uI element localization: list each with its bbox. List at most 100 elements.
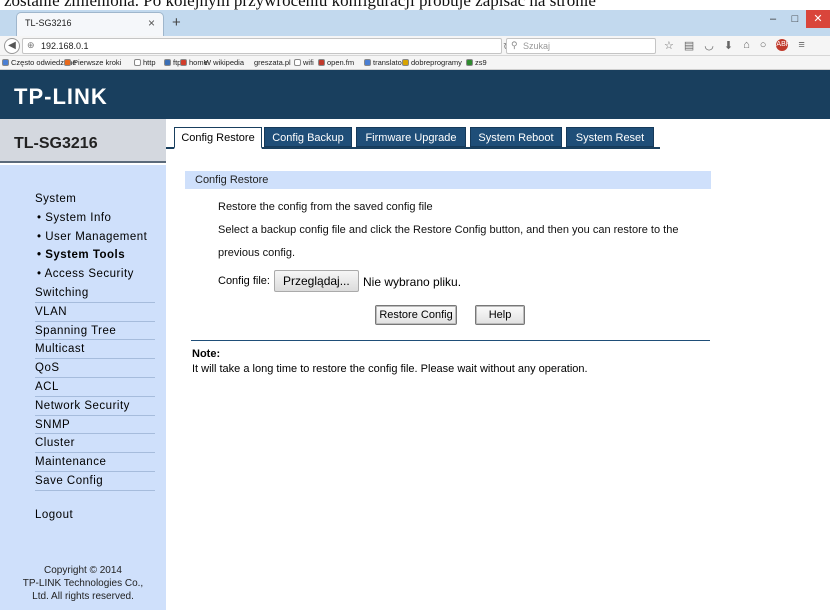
bookmark-icon <box>294 59 301 66</box>
sidebar-item[interactable]: System <box>35 190 155 209</box>
main-content: Config Restore Restore the config from t… <box>166 165 830 610</box>
bookmark-item[interactable]: greszata.pl <box>254 58 291 67</box>
bookmark-label: http <box>143 58 156 67</box>
model-bar: TL-SG3216 <box>0 119 166 163</box>
bookmark-icon <box>64 59 71 66</box>
back-arrow-icon[interactable]: ◀ <box>4 38 20 54</box>
note-title: Note: <box>192 348 221 360</box>
sidebar-item[interactable]: ACL <box>35 378 155 397</box>
bookmark-item[interactable]: dobreprogramy <box>402 58 462 67</box>
tab-config-backup[interactable]: Config Backup <box>264 127 352 147</box>
document-caption-text: zostanie zmieniona. Po kolejnym przywróc… <box>4 0 596 10</box>
bookmarks-bar: Często odwiedzane Pierwsze kroki http ftp ho… <box>0 56 830 70</box>
sidebar: System • System Info • User Management • Sy… <box>0 165 166 610</box>
sidebar-item[interactable]: Switching <box>35 284 155 303</box>
bookmark-item[interactable]: translator <box>364 58 404 67</box>
tab-config-restore[interactable]: Config Restore <box>174 127 262 149</box>
document-caption-strip: zostanie zmieniona. Po kolejnym przywróc… <box>0 0 830 10</box>
url-bar[interactable]: ⊕ 192.168.0.1 ↻ <box>22 38 511 54</box>
copyright-line: Copyright © 2014 <box>44 565 122 576</box>
bookmark-icon <box>364 59 371 66</box>
bookmark-item[interactable]: open.fm <box>318 58 354 67</box>
maximize-button[interactable]: □ <box>784 10 806 28</box>
sidebar-item[interactable]: VLAN <box>35 303 155 322</box>
description-line: Restore the config from the saved config… <box>218 201 433 213</box>
browser-nav-bar: ◀ ⊕ 192.168.0.1 ↻ ⚲ Szukaj ☆ ▤ ◡ ⬇ ⌂ ○ A… <box>0 36 830 56</box>
description-line: previous config. <box>218 247 296 259</box>
sidebar-item[interactable]: Save Config <box>35 472 155 491</box>
browser-tab-bar: TL-SG3216 × + – □ ✕ <box>0 10 830 36</box>
bookmark-label: dobreprogramy <box>411 58 462 67</box>
bookmark-icon <box>164 59 171 66</box>
sidebar-item[interactable]: • System Info <box>35 209 155 228</box>
bookmark-label: open.fm <box>327 58 355 67</box>
sidebar-item[interactable]: • System Tools <box>35 246 155 265</box>
no-file-selected-text: Nie wybrano pliku. <box>363 275 462 289</box>
bookmark-star-icon[interactable]: ☆ <box>664 39 674 52</box>
tab-system-reset[interactable]: System Reset <box>566 127 654 147</box>
bookmark-item[interactable]: wifi <box>294 58 314 67</box>
browse-file-button[interactable]: Przeglądaj... <box>274 270 359 292</box>
copyright: Copyright © 2014 TP-LINK Technologies Co… <box>0 564 166 603</box>
bookmark-label: translator <box>373 58 405 67</box>
bookmark-label: greszata.pl <box>254 58 291 67</box>
search-icon: ⚲ <box>511 40 518 50</box>
restore-config-button[interactable]: Restore Config <box>375 305 457 325</box>
tplink-header: TP-LINK <box>0 70 830 119</box>
sidebar-item[interactable]: Maintenance <box>35 453 155 472</box>
bookmark-icon <box>466 59 473 66</box>
sidebar-menu: System • System Info • User Management • Sy… <box>35 190 155 491</box>
description-line: Select a backup config file and click th… <box>218 224 679 236</box>
close-window-button[interactable]: ✕ <box>806 10 830 28</box>
minimize-button[interactable]: – <box>762 10 784 28</box>
sidebar-item[interactable]: Cluster <box>35 434 155 454</box>
bookmark-icon <box>180 59 187 66</box>
sidebar-item[interactable]: Spanning Tree <box>35 322 155 341</box>
copyright-line: TP-LINK Technologies Co., <box>22 578 144 589</box>
toolbar-icons: ☆ ▤ ◡ ⬇ ⌂ ○ ABP ≡ <box>664 39 805 52</box>
search-input[interactable]: ⚲ Szukaj <box>506 38 656 54</box>
bookmark-item[interactable]: Pierwsze kroki <box>64 58 121 67</box>
bookmark-icon <box>2 59 9 66</box>
tab-firmware-upgrade[interactable]: Firmware Upgrade <box>356 127 466 147</box>
pocket-icon[interactable]: ◡ <box>704 39 714 52</box>
bookmark-icon <box>402 59 409 66</box>
copyright-line: Ltd. All rights reserved. <box>32 591 134 602</box>
help-button[interactable]: Help <box>475 305 525 325</box>
sidebar-item[interactable]: SNMP <box>35 416 155 435</box>
sidebar-item[interactable]: • User Management <box>35 228 155 247</box>
logout-link[interactable]: Logout <box>35 509 73 521</box>
bookmark-label: wifi <box>303 58 314 67</box>
browser-tab[interactable]: TL-SG3216 × <box>16 12 164 36</box>
new-tab-button[interactable]: + <box>172 14 181 31</box>
reading-list-icon[interactable]: ▤ <box>684 39 694 52</box>
sidebar-item[interactable]: Multicast <box>35 340 155 360</box>
sidebar-item[interactable]: • Access Security <box>35 265 155 284</box>
tab-system-reboot[interactable]: System Reboot <box>470 127 562 147</box>
chat-icon[interactable]: ○ <box>760 39 767 52</box>
bookmark-item[interactable]: ftp <box>164 58 181 67</box>
home-icon[interactable]: ⌂ <box>743 39 750 52</box>
bookmark-label: zs9 <box>475 58 487 67</box>
search-placeholder: Szukaj <box>523 41 551 51</box>
sidebar-item[interactable]: QoS <box>35 359 155 378</box>
bookmark-item[interactable]: zs9 <box>466 58 487 67</box>
sidebar-item[interactable]: Network Security <box>35 397 155 416</box>
bookmark-item[interactable]: http <box>134 58 156 67</box>
divider <box>191 340 710 341</box>
tplink-logo: TP-LINK <box>14 84 108 109</box>
adblock-icon[interactable]: ABP <box>776 39 790 51</box>
menu-icon[interactable]: ≡ <box>798 39 804 52</box>
window-controls: – □ ✕ <box>762 10 830 28</box>
bookmark-icon <box>134 59 141 66</box>
config-file-label: Config file: <box>218 275 270 287</box>
download-icon[interactable]: ⬇ <box>724 39 733 52</box>
model-name: TL-SG3216 <box>14 135 98 152</box>
browser-tab-title: TL-SG3216 <box>25 18 72 28</box>
content-tab-strip: Config Restore Config Backup Firmware Up… <box>166 119 830 163</box>
url-text: 192.168.0.1 <box>41 41 89 51</box>
bookmark-label: Pierwsze kroki <box>73 58 122 67</box>
tab-close-icon[interactable]: × <box>148 16 155 30</box>
globe-icon: ⊕ <box>27 40 35 50</box>
bookmark-item[interactable]: W wikipedia <box>204 58 244 67</box>
